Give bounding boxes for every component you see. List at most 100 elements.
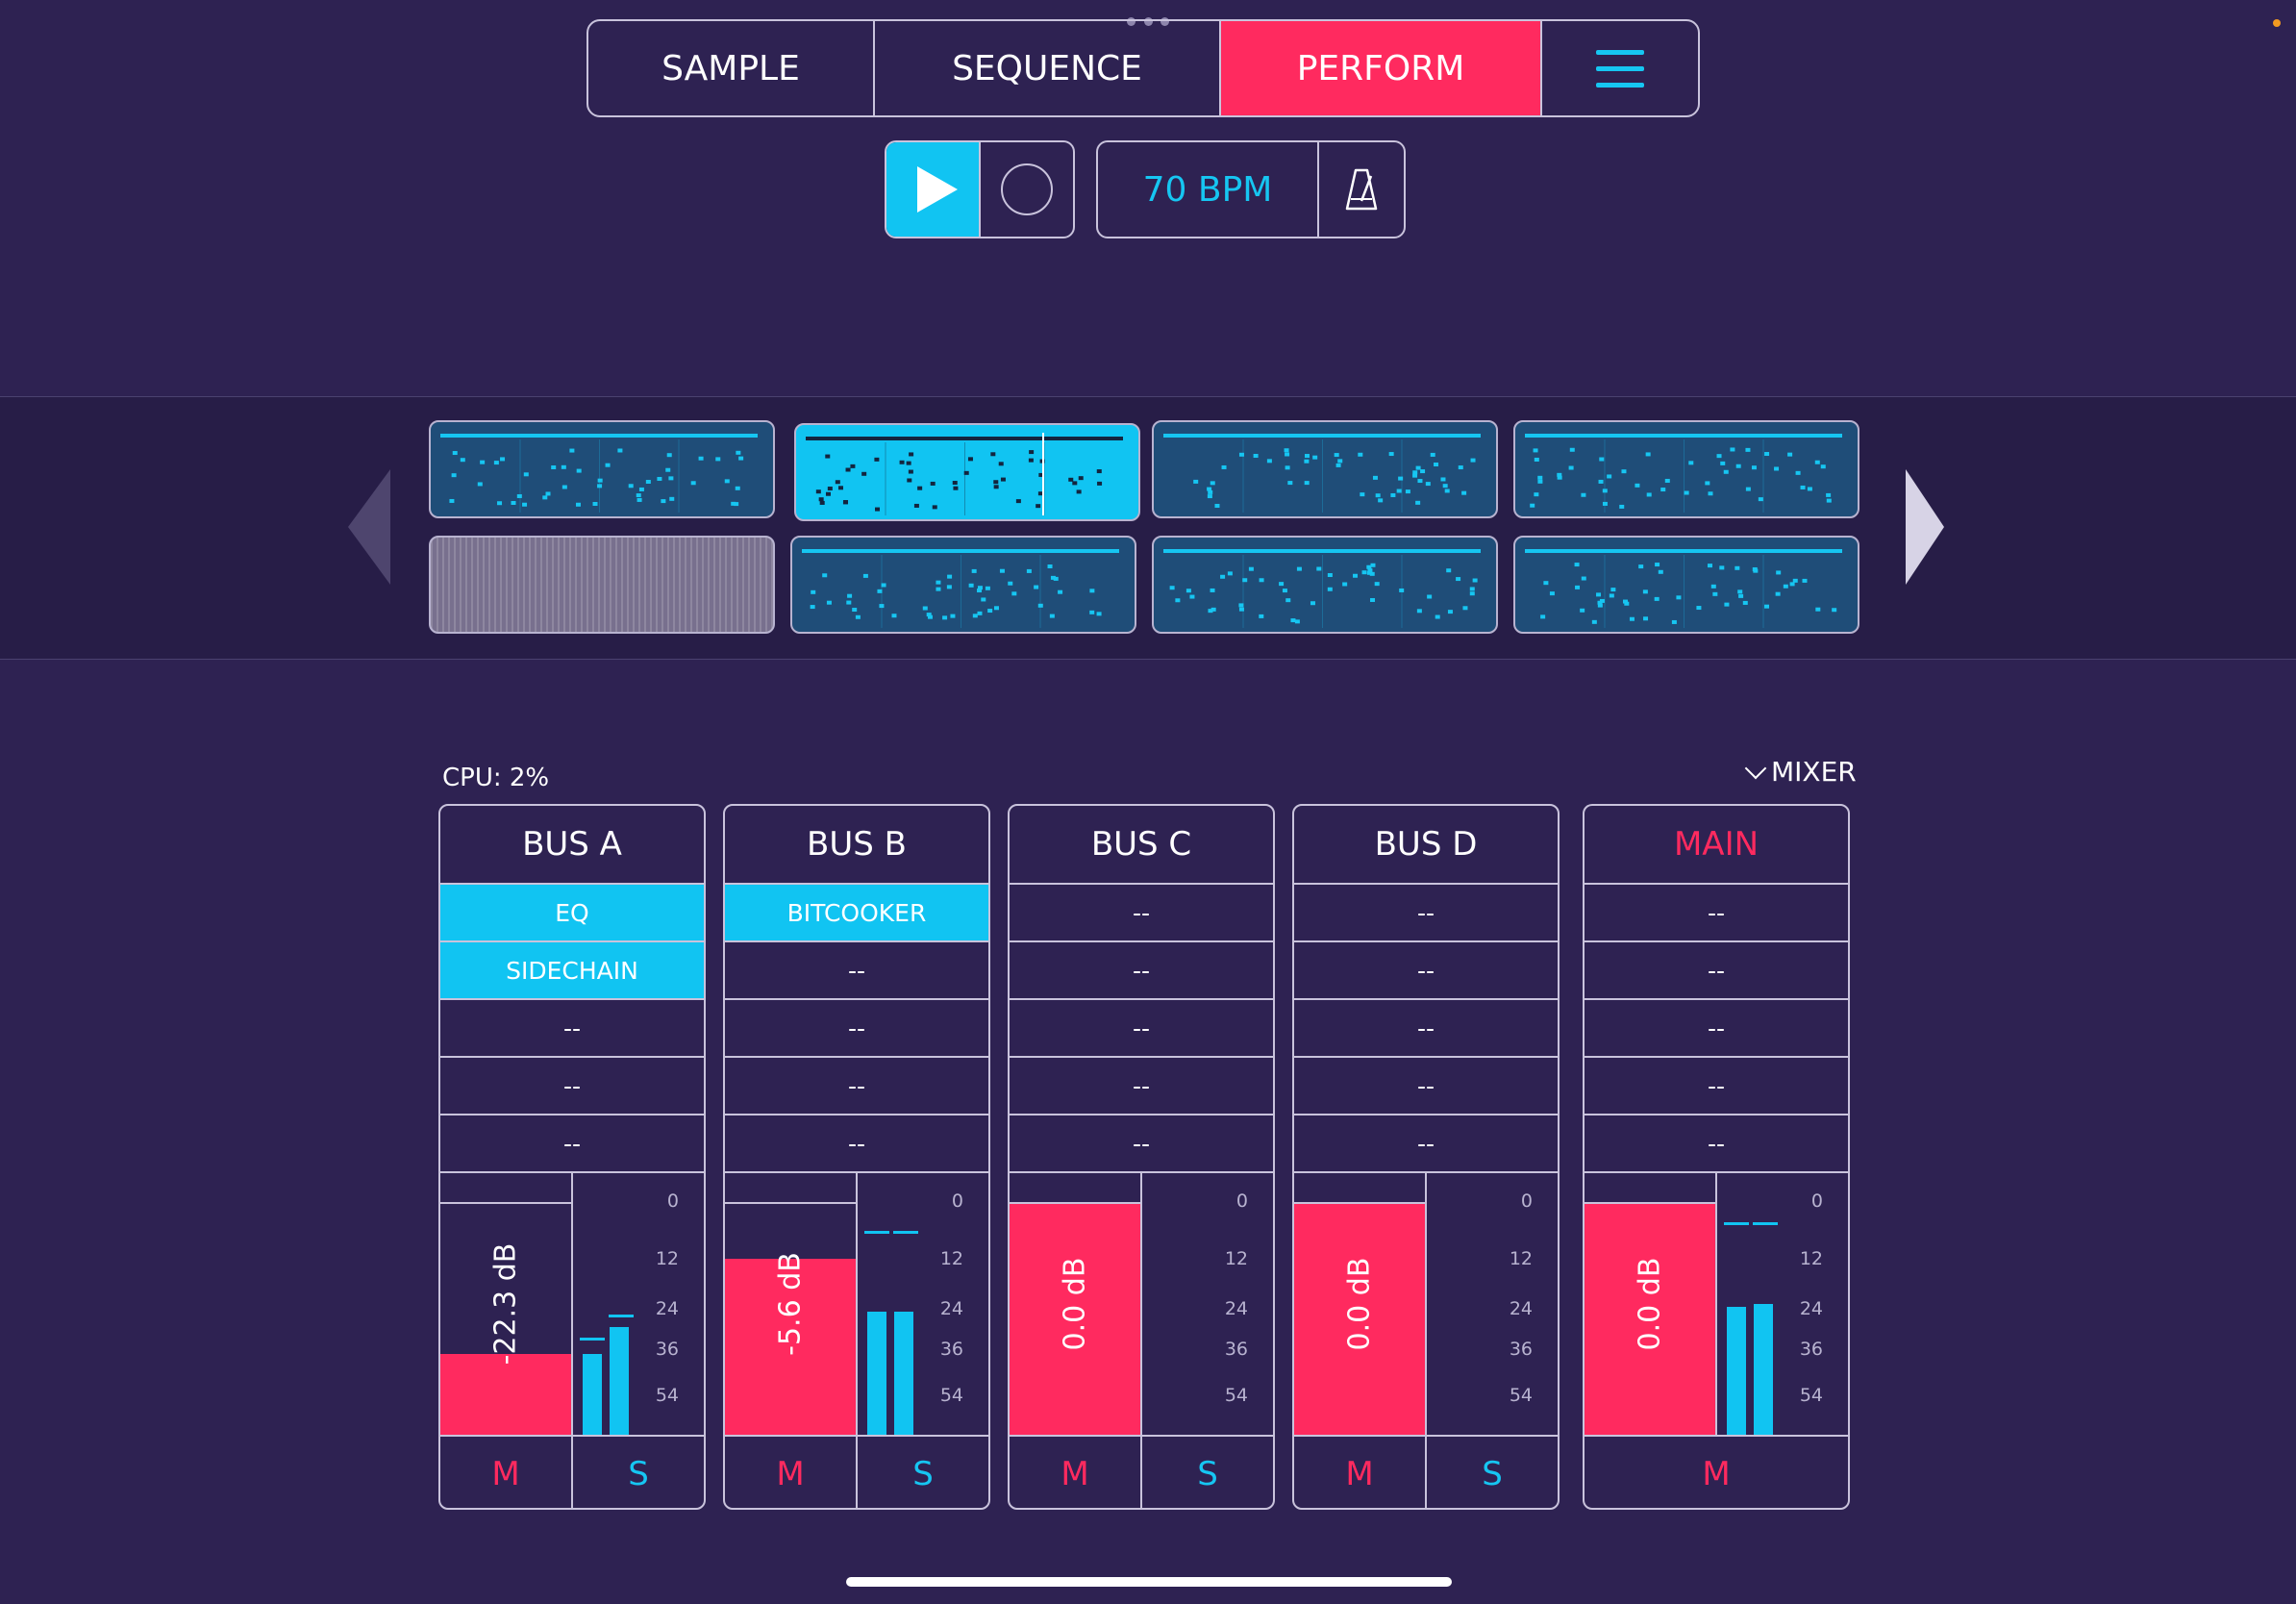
meter-scale-label: 24	[1509, 1298, 1533, 1319]
mute-button[interactable]: M	[1294, 1437, 1427, 1508]
effect-slot[interactable]: --	[1294, 1000, 1558, 1058]
pattern-slot[interactable]	[1513, 536, 1859, 634]
solo-button[interactable]: S	[573, 1437, 704, 1508]
meter-scale-label: 12	[1224, 1248, 1248, 1269]
channel-name[interactable]: MAIN	[1585, 806, 1848, 885]
fader-level	[440, 1354, 571, 1435]
solo-button[interactable]: S	[1142, 1437, 1273, 1508]
play-button[interactable]	[886, 142, 981, 237]
record-icon	[1001, 163, 1053, 215]
volume-fader[interactable]: 0.0 dB	[1010, 1173, 1142, 1435]
effect-slot[interactable]: --	[1010, 885, 1273, 942]
effect-slot[interactable]: EQ	[440, 885, 704, 942]
effect-slot[interactable]: SIDECHAIN	[440, 942, 704, 1000]
meter-scale-label: 36	[1799, 1339, 1823, 1360]
effect-slot[interactable]: --	[725, 1000, 988, 1058]
effect-slot[interactable]: --	[1294, 885, 1558, 942]
solo-button[interactable]: S	[858, 1437, 988, 1508]
meter-bar	[1727, 1307, 1746, 1435]
effect-slot[interactable]: --	[1585, 1115, 1848, 1173]
meter-bar	[610, 1327, 629, 1435]
mute-button[interactable]: M	[440, 1437, 573, 1508]
home-indicator[interactable]	[846, 1577, 1452, 1587]
meter-scale-label: 54	[1799, 1385, 1823, 1406]
mute-button[interactable]: M	[725, 1437, 858, 1508]
play-icon	[917, 166, 958, 213]
meter-peak-hold	[893, 1231, 918, 1234]
tempo-button[interactable]: 70 BPM	[1098, 142, 1319, 237]
effect-slot[interactable]: --	[1585, 1000, 1848, 1058]
channel-name[interactable]: BUS A	[440, 806, 704, 885]
fader-cap	[1294, 1202, 1425, 1204]
metronome-icon	[1345, 168, 1378, 211]
fader-and-meter: -22.3 dB 0 12 24 36 54	[440, 1173, 704, 1437]
effect-slot[interactable]: --	[1010, 1058, 1273, 1115]
effect-slot[interactable]: --	[725, 1115, 988, 1173]
meter-peak-hold	[864, 1231, 889, 1234]
volume-fader[interactable]: -22.3 dB	[440, 1173, 573, 1435]
meter-scale-label: 54	[1509, 1385, 1533, 1406]
volume-fader[interactable]: 0.0 dB	[1585, 1173, 1717, 1435]
meter-scale-label: 24	[939, 1298, 963, 1319]
pattern-slot[interactable]	[1152, 420, 1498, 518]
channel-name[interactable]: BUS D	[1294, 806, 1558, 885]
effect-slot[interactable]: --	[1585, 885, 1848, 942]
fader-and-meter: 0.0 dB 0 12 24 36 54	[1010, 1173, 1273, 1437]
effect-slot[interactable]: --	[725, 942, 988, 1000]
effect-slot[interactable]: --	[725, 1058, 988, 1115]
tab-perform[interactable]: PERFORM	[1221, 21, 1542, 115]
mute-button[interactable]: M	[1585, 1437, 1848, 1508]
effect-slot[interactable]: --	[1585, 1058, 1848, 1115]
tab-sample[interactable]: SAMPLE	[588, 21, 875, 115]
level-meter: 0 12 24 36 54	[858, 1173, 988, 1435]
effect-slot[interactable]: --	[440, 1115, 704, 1173]
volume-fader[interactable]: -5.6 dB	[725, 1173, 858, 1435]
channel-strip-main: MAIN -- -- -- -- -- 0.0 dB 0 12 24 36 54 M	[1583, 804, 1850, 1510]
fader-and-meter: -5.6 dB 0 12 24 36 54	[725, 1173, 988, 1437]
meter-scale-label: 12	[939, 1248, 963, 1269]
effect-slot[interactable]: --	[1294, 1115, 1558, 1173]
pattern-slot[interactable]	[794, 423, 1140, 521]
meter-scale-label: 54	[1224, 1385, 1248, 1406]
mute-button[interactable]: M	[1010, 1437, 1142, 1508]
tab-sequence[interactable]: SEQUENCE	[875, 21, 1221, 115]
pattern-slot[interactable]	[429, 536, 775, 634]
solo-button[interactable]: S	[1427, 1437, 1558, 1508]
chevron-right-icon[interactable]	[1906, 469, 1944, 585]
fader-db-value: 0.0 dB	[1058, 1257, 1092, 1351]
fader-cap	[725, 1202, 856, 1204]
effect-slot[interactable]: --	[1294, 942, 1558, 1000]
effect-slot[interactable]: --	[1010, 1115, 1273, 1173]
transport-controls	[885, 140, 1075, 238]
meter-scale-label: 0	[1810, 1190, 1823, 1212]
meter-scale-label: 36	[1224, 1339, 1248, 1360]
meter-scale-label: 0	[1520, 1190, 1533, 1212]
channel-name[interactable]: BUS C	[1010, 806, 1273, 885]
mixer-toggle-label: MIXER	[1771, 756, 1857, 788]
chevron-left-icon[interactable]	[348, 469, 390, 585]
metronome-button[interactable]	[1319, 142, 1404, 237]
meter-scale-label: 54	[939, 1385, 963, 1406]
effect-slot[interactable]: --	[440, 1058, 704, 1115]
record-button[interactable]	[981, 142, 1073, 237]
effect-slot[interactable]: BITCOOKER	[725, 885, 988, 942]
effect-slot[interactable]: --	[1585, 942, 1848, 1000]
meter-peak-hold	[609, 1315, 634, 1317]
mode-tab-bar: SAMPLE SEQUENCE PERFORM	[586, 19, 1700, 117]
volume-fader[interactable]: 0.0 dB	[1294, 1173, 1427, 1435]
pattern-slot[interactable]	[1513, 420, 1859, 518]
pattern-slot[interactable]	[1152, 536, 1498, 634]
channel-name[interactable]: BUS B	[725, 806, 988, 885]
effect-slot[interactable]: --	[440, 1000, 704, 1058]
effect-slot[interactable]: --	[1010, 1000, 1273, 1058]
meter-scale-label: 54	[655, 1385, 679, 1406]
pattern-slot[interactable]	[429, 420, 775, 518]
meter-peak-hold	[1753, 1222, 1778, 1225]
fader-cap	[1585, 1202, 1715, 1204]
mixer-toggle[interactable]: MIXER	[1744, 756, 1857, 788]
effect-slot[interactable]: --	[1010, 942, 1273, 1000]
level-meter: 0 12 24 36 54	[1717, 1173, 1848, 1435]
pattern-slot[interactable]	[790, 536, 1136, 634]
effect-slot[interactable]: --	[1294, 1058, 1558, 1115]
menu-button[interactable]	[1542, 21, 1698, 115]
